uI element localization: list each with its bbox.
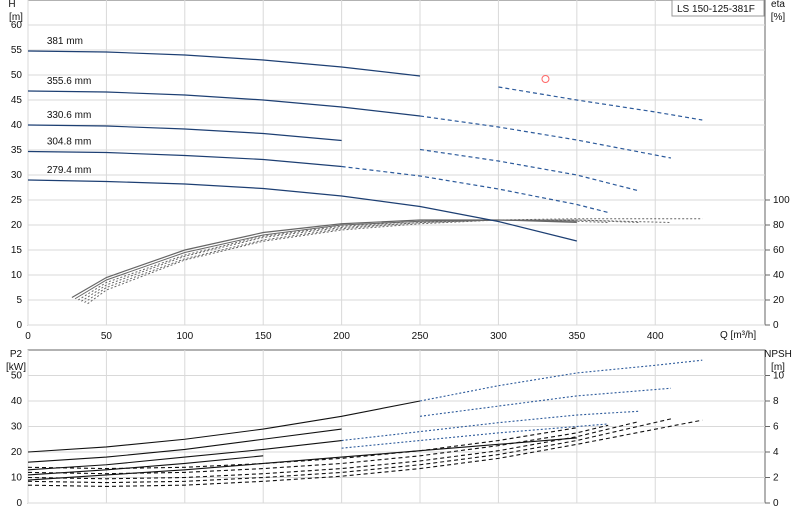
head-curve-label-2: 355.6 mm	[47, 76, 91, 87]
head-curve-label-4: 304.8 mm	[47, 137, 91, 148]
upper-x-tick-label: 350	[568, 331, 585, 342]
pump-performance-chart: 0 50 100 150 200 250 300 350 400 0 5 10 15 20 25 30 35 40…	[0, 0, 800, 520]
lower-right-tick-label: 8	[773, 396, 779, 407]
lower-right-tick-label: 2	[773, 473, 779, 484]
upper-right-axis-label-line1: eta	[771, 0, 785, 10]
upper-title-group: LS 150-125-381F	[671, 0, 765, 17]
upper-x-axis-label: Q [m³/h]	[720, 330, 756, 341]
chart-background	[0, 0, 800, 520]
upper-right-tick-label: 0	[773, 320, 779, 331]
head-curve-label-3: 330.6 mm	[47, 110, 91, 121]
upper-x-tick-label: 250	[412, 331, 429, 342]
upper-y-tick-label: 10	[11, 270, 23, 281]
upper-y-tick-label: 5	[16, 295, 22, 306]
head-curve-label-5: 279.4 mm	[47, 165, 91, 176]
upper-left-axis-label-line1: H	[8, 0, 15, 10]
upper-y-tick-label: 55	[11, 45, 23, 56]
upper-right-axis-label-line2: [%]	[771, 12, 786, 23]
upper-x-tick-label: 300	[490, 331, 507, 342]
upper-x-tick-label: 400	[647, 331, 664, 342]
upper-y-tick-label: 15	[11, 245, 23, 256]
upper-y-tick-label: 30	[11, 170, 23, 181]
upper-y-tick-label: 20	[11, 220, 23, 231]
upper-y-tick-label: 0	[16, 320, 22, 331]
upper-right-tick-label: 60	[773, 245, 785, 256]
lower-left-axis-label-line2: [kW]	[6, 362, 26, 373]
upper-right-tick-label: 80	[773, 220, 785, 231]
lower-right-tick-label: 6	[773, 422, 779, 433]
lower-right-axis-label-line2: [m]	[771, 362, 785, 373]
upper-right-tick-label: 20	[773, 295, 785, 306]
chart-svg: 0 50 100 150 200 250 300 350 4000510152025303540…	[0, 0, 800, 520]
upper-y-tick-label: 40	[11, 120, 23, 131]
upper-y-tick-label: 25	[11, 195, 23, 206]
upper-y-tick-label: 50	[11, 70, 23, 81]
upper-y-tick-label: 45	[11, 95, 23, 106]
lower-right-tick-label: 4	[773, 447, 779, 458]
head-curve-label-1: 381 mm	[47, 36, 83, 47]
upper-x-tick-label: 0	[25, 331, 31, 342]
lower-y-tick-label: 0	[16, 498, 22, 509]
upper-x-tick-label: 50	[101, 331, 113, 342]
chart-title: LS 150-125-381F	[677, 4, 755, 15]
lower-right-tick-label: 0	[773, 498, 779, 509]
upper-x-tick-label: 150	[255, 331, 272, 342]
upper-x-tick-label: 100	[176, 331, 193, 342]
lower-left-axis-label-line1: P2	[10, 349, 23, 360]
lower-y-tick-label: 10	[11, 473, 23, 484]
upper-left-axis-label-line2: [m]	[9, 12, 23, 23]
upper-y-tick-label: 35	[11, 145, 23, 156]
lower-right-axis-label-line1: NPSH	[764, 349, 792, 360]
lower-y-tick-label: 20	[11, 447, 23, 458]
lower-y-tick-label: 30	[11, 422, 23, 433]
upper-right-tick-label: 100	[773, 195, 790, 206]
upper-x-tick-label: 200	[333, 331, 350, 342]
lower-y-tick-label: 40	[11, 396, 23, 407]
upper-right-tick-label: 40	[773, 270, 785, 281]
